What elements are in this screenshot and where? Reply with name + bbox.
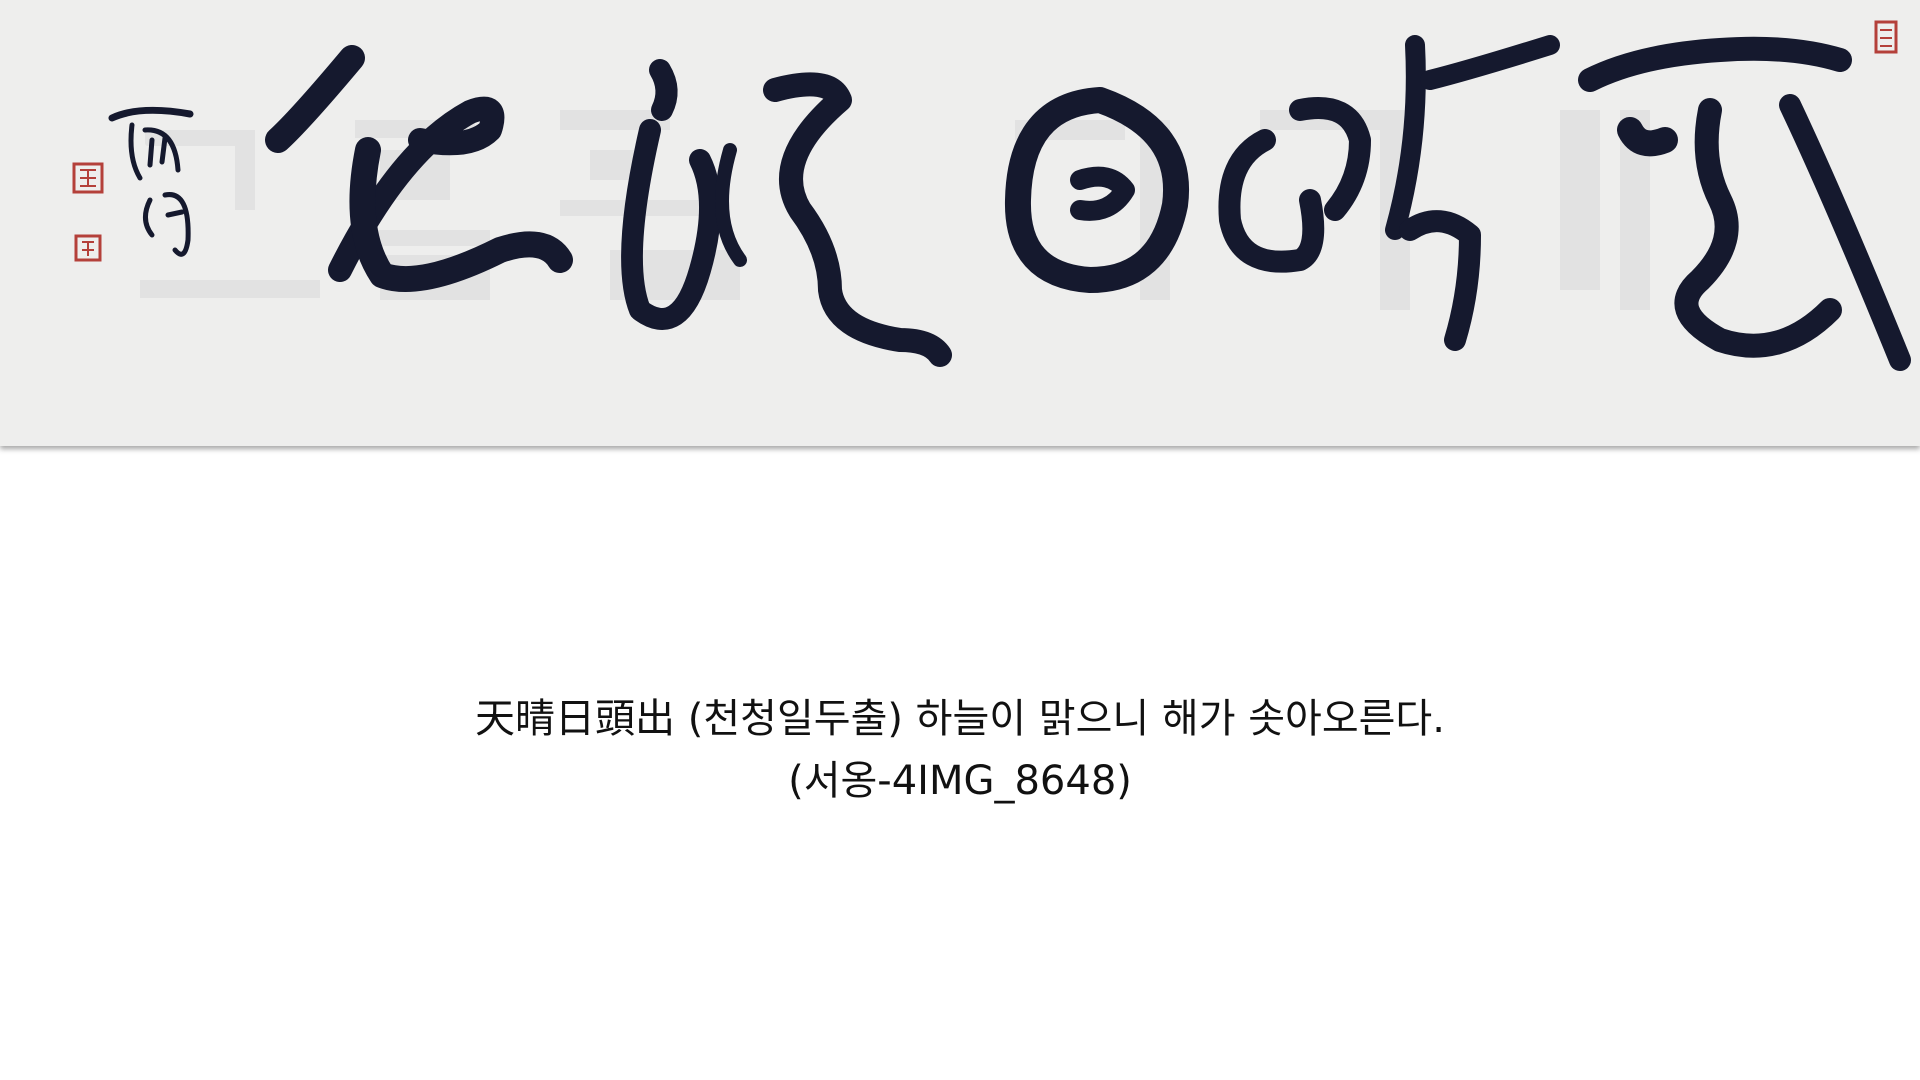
caption-image-id: (서옹-4IMG_8648) <box>788 758 1132 804</box>
artwork-caption: 天晴日頭出 (천청일두출) 하늘이 맑으니 해가 솟아오른다. (서옹-4IMG… <box>0 688 1920 812</box>
calligraphy-scroll-image <box>0 0 1920 446</box>
caption-title: 天晴日頭出 (천청일두출) 하늘이 맑으니 해가 솟아오른다. <box>475 696 1445 742</box>
calligraphy-artwork <box>0 0 1920 446</box>
